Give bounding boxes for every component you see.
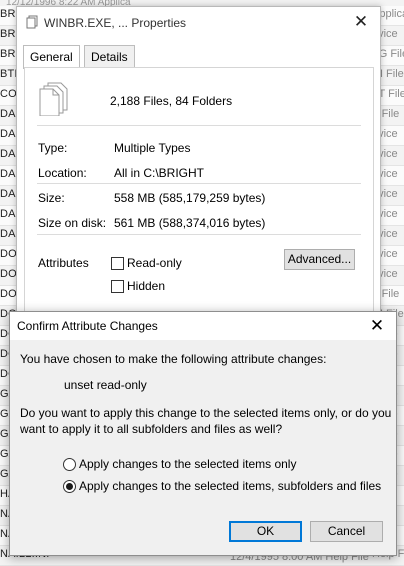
ok-button[interactable]: OK	[229, 521, 302, 542]
type-value: Multiple Types	[114, 141, 191, 155]
hidden-label[interactable]: Hidden	[127, 279, 165, 293]
files-summary: 2,188 Files, 84 Folders	[110, 94, 233, 108]
close-icon[interactable]: ✕	[366, 315, 388, 337]
divider	[37, 183, 361, 184]
confirm-attribute-changes-dialog: Confirm Attribute Changes ✕ You have cho…	[9, 311, 397, 556]
dialog-question-line2: want to apply it to all subfolders and f…	[20, 422, 283, 436]
divider	[37, 234, 361, 235]
tab-details[interactable]: Details	[84, 45, 135, 68]
cancel-button[interactable]: Cancel	[310, 521, 383, 542]
dialog-title: Confirm Attribute Changes	[17, 319, 158, 333]
location-value: All in C:\BRIGHT	[114, 166, 205, 180]
general-tab-panel: 2,188 Files, 84 Folders Type: Multiple T…	[24, 67, 374, 327]
tab-general[interactable]: General	[23, 45, 80, 69]
size-on-disk-label: Size on disk:	[38, 216, 107, 230]
change-description: unset read-only	[64, 378, 147, 392]
dialog-question-line1: Do you want to apply this change to the …	[20, 406, 392, 420]
location-label: Location:	[38, 166, 87, 180]
dialog-titlebar: Confirm Attribute Changes ✕	[10, 312, 396, 340]
selected-items-only-radio[interactable]	[63, 458, 76, 471]
properties-titlebar: WINBR.EXE, ... Properties ✕	[17, 7, 380, 38]
readonly-label[interactable]: Read-only	[127, 256, 182, 270]
attributes-label: Attributes	[38, 256, 89, 270]
multiple-files-icon	[26, 15, 38, 29]
divider	[37, 125, 361, 126]
hidden-checkbox[interactable]	[111, 280, 124, 293]
properties-title: WINBR.EXE, ... Properties	[44, 16, 187, 30]
properties-window: WINBR.EXE, ... Properties ✕ General Deta…	[16, 6, 381, 328]
close-icon[interactable]: ✕	[350, 12, 372, 32]
advanced-button[interactable]: Advanced...	[284, 249, 355, 270]
size-label: Size:	[38, 191, 65, 205]
size-value: 558 MB (585,179,259 bytes)	[114, 191, 266, 205]
type-label: Type:	[38, 141, 68, 155]
subfolders-and-files-label[interactable]: Apply changes to the selected items, sub…	[79, 479, 381, 493]
subfolders-and-files-radio[interactable]	[63, 480, 76, 493]
size-on-disk-value: 561 MB (588,374,016 bytes)	[114, 216, 266, 230]
dialog-intro-text: You have chosen to make the following at…	[20, 352, 327, 366]
selected-items-only-label[interactable]: Apply changes to the selected items only	[79, 457, 296, 471]
multiple-files-icon	[39, 82, 68, 116]
readonly-checkbox[interactable]	[111, 257, 124, 270]
